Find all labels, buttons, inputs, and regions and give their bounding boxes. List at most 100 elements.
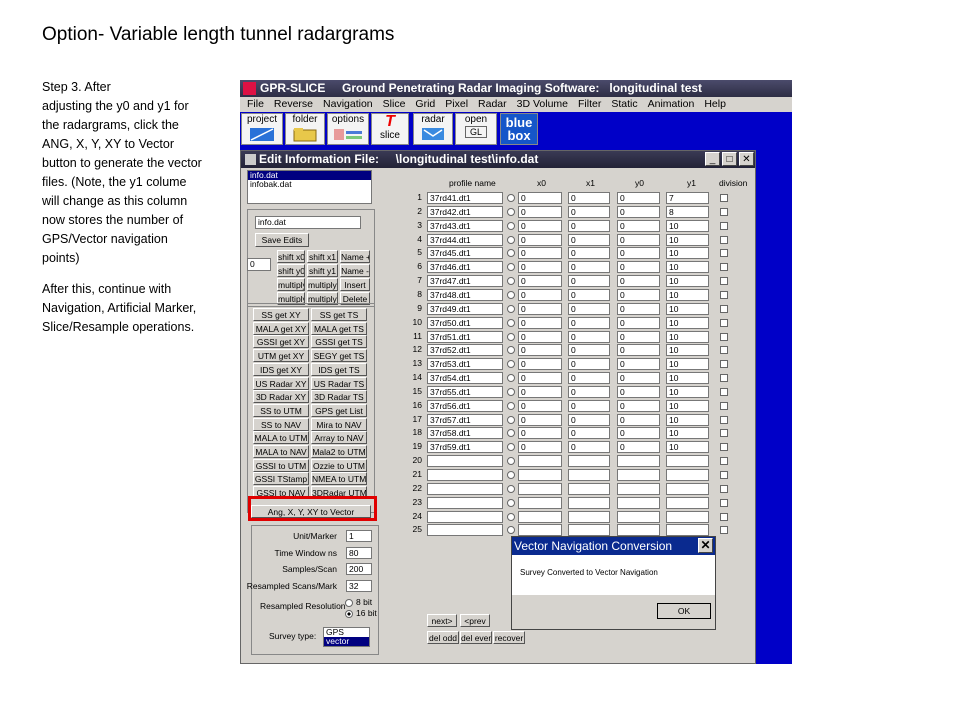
file-list[interactable]: info.dat infobak.dat (247, 170, 372, 204)
mala-to-utm-button[interactable]: MALA to UTM (253, 431, 309, 445)
cell-x0[interactable]: 0 (518, 233, 562, 246)
division-checkbox[interactable] (720, 498, 728, 507)
division-checkbox[interactable] (720, 332, 728, 341)
param-input[interactable]: 80 (346, 546, 372, 559)
division-checkbox[interactable] (720, 512, 728, 521)
mala2-to-utm-button[interactable]: Mala2 to UTM (311, 445, 367, 458)
gssi-tstamp-button[interactable]: GSSI TStamp (253, 472, 309, 486)
project-button[interactable]: project (241, 113, 283, 145)
cell-y1[interactable] (666, 455, 709, 468)
menu-file[interactable]: File (247, 97, 264, 112)
division-checkbox[interactable] (720, 318, 728, 327)
division-checkbox[interactable] (720, 194, 728, 202)
filename-input[interactable]: info.dat (255, 216, 361, 229)
row-select-radio[interactable] (507, 401, 515, 410)
cell-name[interactable]: 37rd46.dt1 (427, 261, 503, 274)
prev-button[interactable]: <prev (460, 614, 490, 627)
cell-x1[interactable]: 0 (568, 413, 610, 426)
param-input[interactable]: 200 (346, 563, 372, 575)
division-checkbox[interactable] (720, 277, 728, 286)
cell-x1[interactable] (568, 496, 610, 509)
us-radar-ts-button[interactable]: US Radar TS (311, 376, 367, 390)
cell-x0[interactable] (518, 496, 562, 509)
ss-to-utm-button[interactable]: SS to UTM (253, 403, 309, 417)
division-checkbox[interactable] (720, 249, 728, 258)
cell-x0[interactable]: 0 (518, 205, 562, 218)
cell-y0[interactable]: 0 (617, 233, 660, 246)
cell-x0[interactable]: 0 (518, 316, 562, 329)
cell-y0[interactable]: 0 (617, 441, 660, 454)
minimize-button[interactable]: _ (705, 152, 720, 166)
cell-x0[interactable]: 0 (518, 302, 562, 315)
cell-name[interactable]: 37rd50.dt1 (427, 316, 503, 329)
ozzie-to-utm-button[interactable]: Ozzie to UTM (311, 458, 367, 472)
row-select-radio[interactable] (507, 332, 515, 341)
open-gl-button[interactable]: open GL (455, 113, 497, 145)
3d-radar-xy-button[interactable]: 3D Radar XY (253, 390, 309, 404)
cell-x1[interactable]: 0 (568, 219, 610, 232)
cell-y1[interactable]: 10 (666, 330, 709, 343)
menu-filter[interactable]: Filter (578, 97, 601, 112)
multiply-x0-button[interactable]: multiply x0 (277, 278, 305, 291)
cell-x1[interactable]: 0 (568, 344, 610, 357)
division-checkbox[interactable] (720, 387, 728, 396)
cell-y1[interactable]: 10 (666, 288, 709, 301)
us-radar-xy-button[interactable]: US Radar XY (253, 376, 309, 390)
shift-y1-button[interactable]: shift y1 (307, 264, 338, 277)
menu-grid[interactable]: Grid (415, 97, 435, 112)
array-to-nav-button[interactable]: Array to NAV (311, 431, 367, 445)
nmea-to-utm-button[interactable]: NMEA to UTM (311, 472, 367, 486)
cell-y1[interactable]: 10 (666, 358, 709, 371)
ss-get-xy-button[interactable]: SS get XY (253, 308, 309, 321)
cell-y1[interactable]: 10 (666, 219, 709, 232)
division-checkbox[interactable] (720, 221, 728, 230)
cell-y0[interactable]: 0 (617, 385, 660, 398)
cell-y1[interactable]: 10 (666, 385, 709, 398)
cell-x1[interactable] (568, 482, 610, 495)
cell-x1[interactable]: 0 (568, 385, 610, 398)
cell-y1[interactable]: 10 (666, 316, 709, 329)
folder-button[interactable]: folder (285, 113, 325, 145)
del-odd-button[interactable]: del odd (427, 631, 459, 644)
row-select-radio[interactable] (507, 263, 515, 272)
row-select-radio[interactable] (507, 512, 515, 521)
gssi-get-ts-button[interactable]: GSSI get TS (311, 335, 367, 349)
cell-name[interactable]: 37rd48.dt1 (427, 288, 503, 301)
row-select-radio[interactable] (507, 484, 515, 493)
cell-x1[interactable]: 0 (568, 316, 610, 329)
cell-y0[interactable] (617, 482, 660, 495)
shift-value-input[interactable]: 0 (247, 258, 271, 271)
ids-get-ts-button[interactable]: IDS get TS (311, 362, 367, 376)
utm-get-xy-button[interactable]: UTM get XY (253, 349, 309, 363)
ss-to-nav-button[interactable]: SS to NAV (253, 417, 309, 431)
cell-x1[interactable]: 0 (568, 372, 610, 385)
mala-to-nav-button[interactable]: MALA to NAV (253, 445, 309, 458)
cell-y0[interactable]: 0 (617, 358, 660, 371)
row-select-radio[interactable] (507, 346, 515, 355)
maximize-button[interactable]: □ (722, 152, 737, 166)
division-checkbox[interactable] (720, 235, 728, 244)
row-select-radio[interactable] (507, 318, 515, 327)
cell-x1[interactable]: 0 (568, 441, 610, 454)
menu-pixel[interactable]: Pixel (445, 97, 468, 112)
cell-y1[interactable]: 10 (666, 344, 709, 357)
row-select-radio[interactable] (507, 194, 515, 202)
mala-get-ts-button[interactable]: MALA get TS (311, 321, 367, 335)
cell-x1[interactable] (568, 524, 610, 537)
cell-y1[interactable]: 10 (666, 399, 709, 412)
cell-name[interactable]: 37rd55.dt1 (427, 385, 503, 398)
menu-animation[interactable]: Animation (648, 97, 695, 112)
division-checkbox[interactable] (720, 484, 728, 493)
cell-x0[interactable]: 0 (518, 247, 562, 260)
cell-y0[interactable]: 0 (617, 413, 660, 426)
cell-y1[interactable]: 10 (666, 302, 709, 315)
cell-y1[interactable] (666, 469, 709, 481)
cell-name[interactable]: 37rd58.dt1 (427, 427, 503, 440)
menu-3d-volume[interactable]: 3D Volume (517, 97, 568, 112)
division-checkbox[interactable] (720, 415, 728, 424)
cell-name[interactable] (427, 482, 503, 495)
ids-get-xy-button[interactable]: IDS get XY (253, 362, 309, 376)
cell-y0[interactable] (617, 469, 660, 481)
survey-type-list[interactable]: GPS vector (323, 627, 370, 647)
cell-y0[interactable]: 0 (617, 316, 660, 329)
